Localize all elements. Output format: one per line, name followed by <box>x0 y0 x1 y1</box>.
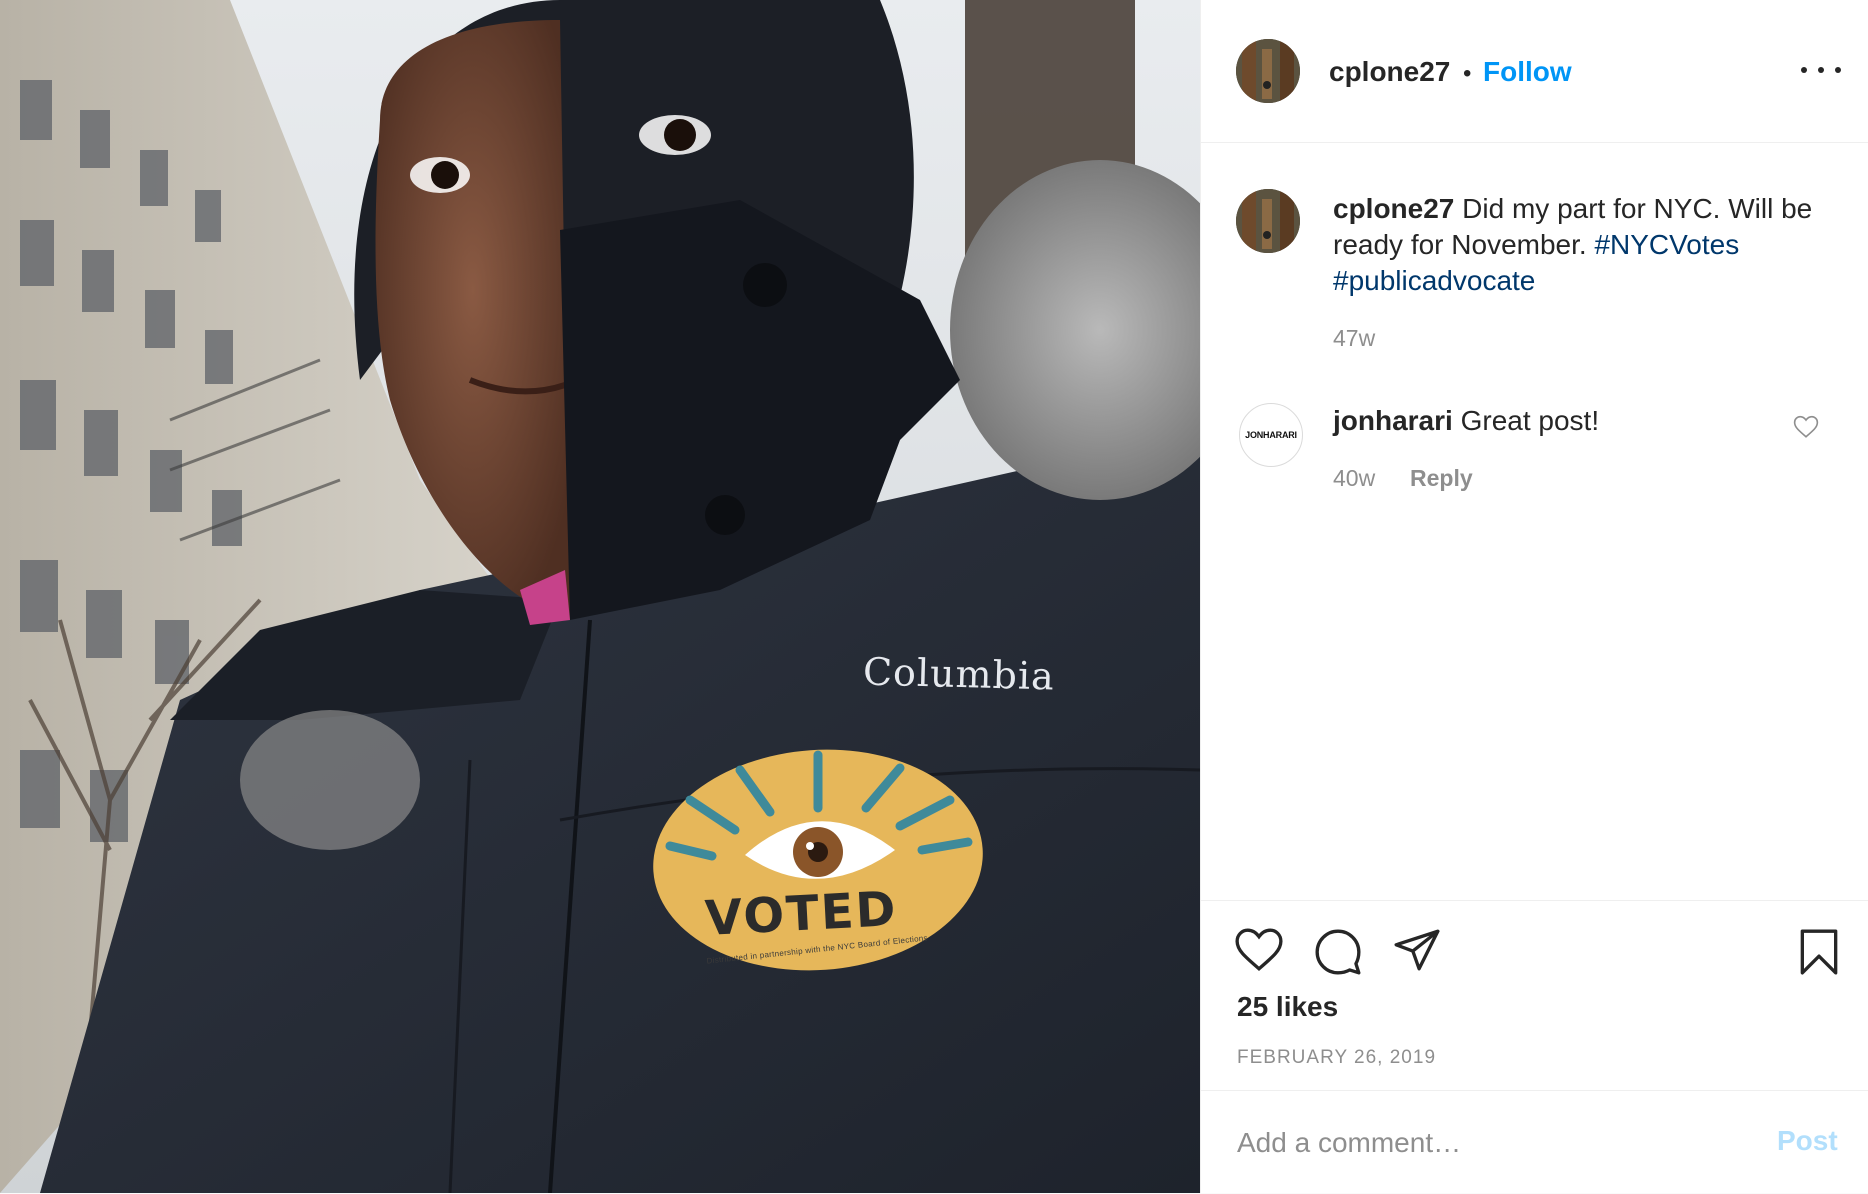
commenter-avatar[interactable]: JONHARARI <box>1239 403 1303 467</box>
comment-timestamp[interactable]: 40w <box>1333 465 1375 492</box>
post-date[interactable]: FEBRUARY 26, 2019 <box>1237 1047 1436 1069</box>
comment-like-heart-icon[interactable] <box>1793 415 1819 439</box>
comment-username[interactable]: jonharari <box>1333 405 1453 436</box>
comment-item: jonharari Great post! <box>1333 403 1773 439</box>
caption-username[interactable]: cplone27 <box>1333 193 1454 224</box>
more-dot <box>1818 67 1824 73</box>
post-caption: cplone27 Did my part for NYC. Will be re… <box>1333 191 1833 299</box>
heart-icon[interactable] <box>1234 927 1284 973</box>
forest-thumbnail-icon <box>1236 189 1300 253</box>
comment-icon[interactable] <box>1313 927 1363 977</box>
post-header: cplone27 • Follow <box>1201 0 1868 143</box>
post-modal: Columbia VOTED Distributed in partnershi… <box>0 0 1868 1193</box>
post-side-panel: cplone27 • Follow cplone27 Did my part f… <box>1200 0 1868 1193</box>
reply-button[interactable]: Reply <box>1410 465 1473 492</box>
follow-button[interactable]: Follow <box>1483 56 1572 88</box>
hashtag-link[interactable]: #NYCVotes <box>1594 229 1739 260</box>
sticker-voted-label: VOTED <box>703 881 899 947</box>
hashtag-link[interactable]: #publicadvocate <box>1333 265 1535 296</box>
share-icon[interactable] <box>1392 927 1442 973</box>
comments-section: cplone27 Did my part for NYC. Will be re… <box>1201 143 1868 900</box>
forest-thumbnail-icon <box>1236 39 1300 103</box>
photo-illustration <box>0 0 1200 1193</box>
header-separator: • <box>1463 60 1472 87</box>
author-avatar[interactable] <box>1236 39 1300 103</box>
post-photo[interactable]: Columbia VOTED Distributed in partnershi… <box>0 0 1200 1193</box>
post-comment-button[interactable]: Post <box>1777 1125 1838 1157</box>
likes-count[interactable]: 25 likes <box>1237 991 1338 1023</box>
more-options-icon[interactable] <box>1801 60 1841 80</box>
comment-body: Great post! <box>1452 405 1600 436</box>
more-dot <box>1835 67 1841 73</box>
jacket-brand-label: Columbia <box>862 649 1056 699</box>
more-dot <box>1801 67 1807 73</box>
post-actions: 25 likes FEBRUARY 26, 2019 <box>1201 900 1868 1091</box>
add-comment-bar: Post <box>1201 1090 1868 1194</box>
bookmark-icon[interactable] <box>1797 927 1841 977</box>
comment-input[interactable] <box>1237 1121 1737 1165</box>
caption-timestamp[interactable]: 47w <box>1333 325 1375 352</box>
caption-avatar[interactable] <box>1236 189 1300 253</box>
author-username[interactable]: cplone27 <box>1329 56 1450 88</box>
